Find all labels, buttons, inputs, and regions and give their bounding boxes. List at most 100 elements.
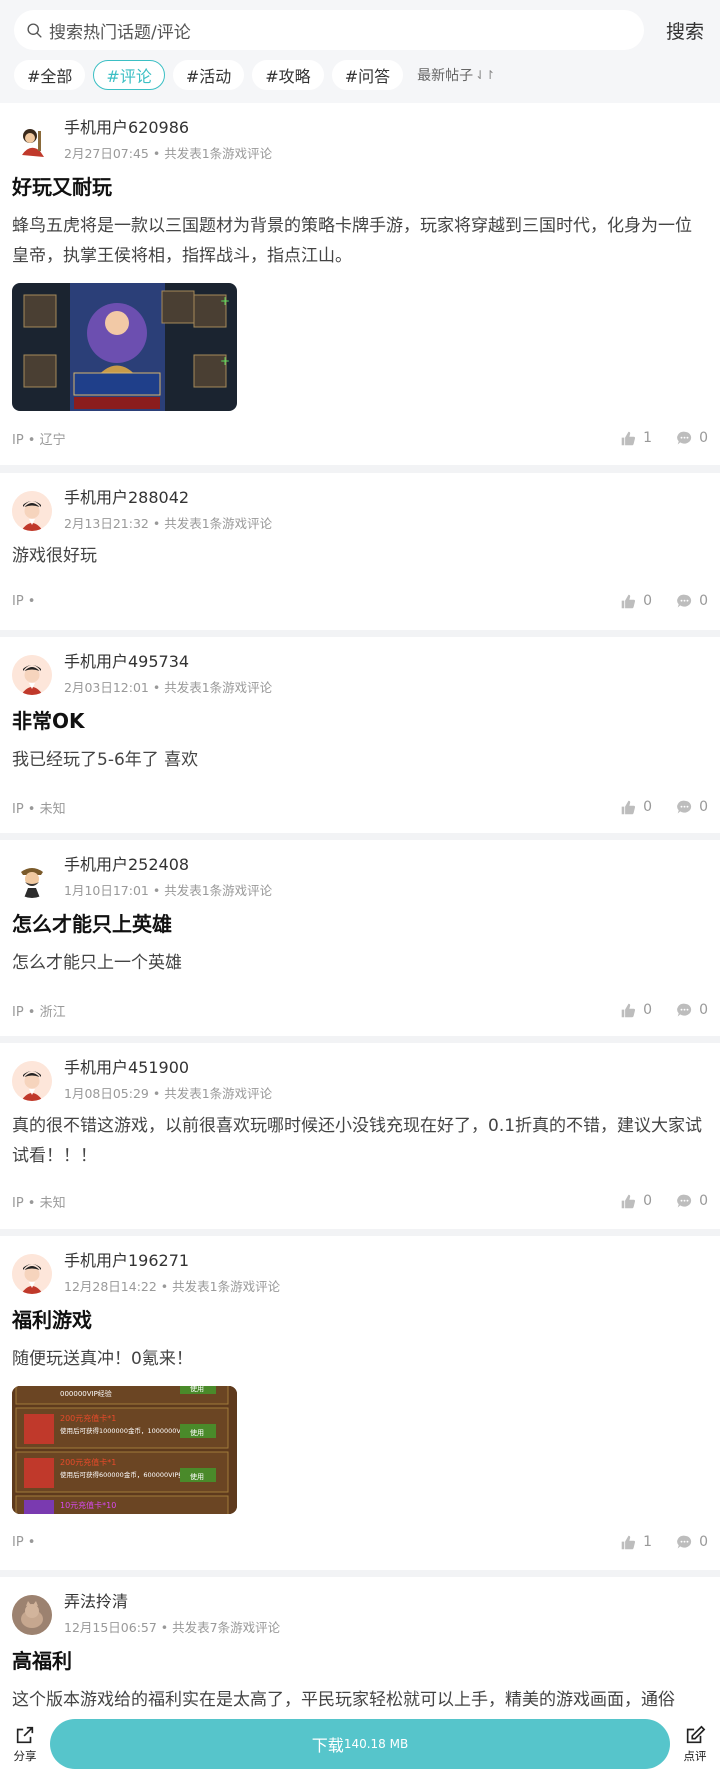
like-button[interactable]: 0 — [620, 593, 652, 610]
like-button[interactable]: 0 — [620, 799, 652, 816]
avatar[interactable] — [12, 491, 52, 531]
sort-label: 最新帖子 — [417, 68, 474, 84]
image-reward-row: 10元充值卡*10 — [15, 1495, 229, 1514]
like-button[interactable]: 1 — [620, 1534, 652, 1551]
username[interactable]: 手机用户196271 — [64, 1250, 280, 1272]
image-row-desc: 使用后可获得1000000金币，1000000VIP经验 — [60, 1426, 200, 1435]
username[interactable]: 弄法拎清 — [64, 1591, 280, 1613]
image-reward-row: 200元充值卡*1 使用后可获得600000金币，600000VIP经验 使用 — [15, 1451, 229, 1493]
header: 搜索热门话题/评论 搜索 #全部 #评论 #活动 #攻略 #问答 最新帖子 ⇃↾ — [0, 0, 720, 103]
post-card[interactable]: 手机用户252408 1月10日17:01 • 共发表1条游戏评论 怎么才能只上… — [0, 840, 720, 1036]
avatar[interactable] — [12, 655, 52, 695]
username[interactable]: 手机用户252408 — [64, 854, 272, 876]
post-card[interactable]: 手机用户451900 1月08日05:29 • 共发表1条游戏评论 真的很不错这… — [0, 1043, 720, 1229]
thumbs-up-icon — [621, 1003, 636, 1017]
like-count: 1 — [643, 1534, 653, 1550]
post-meta: 1月08日05:29 • 共发表1条游戏评论 — [64, 1086, 273, 1101]
username[interactable]: 手机用户495734 — [64, 651, 272, 673]
image-row-title: 200元充值卡*1 — [60, 1413, 116, 1423]
post-title: 好玩又耐玩 — [12, 175, 112, 199]
like-button[interactable]: 0 — [620, 1002, 652, 1019]
image-reward-row: 000000VIP经验 使用 — [15, 1386, 229, 1405]
thumbs-up-icon — [621, 800, 636, 814]
like-count: 0 — [643, 1193, 653, 1209]
search-icon — [27, 22, 42, 38]
comment-count: 0 — [699, 799, 708, 815]
comment-bubble-icon — [677, 1003, 692, 1016]
post-body: 真的很不错这游戏，以前很喜欢玩哪时候还小没钱充现在好了，0.1折真的不错，建议大… — [12, 1116, 703, 1166]
comment-button[interactable]: 0 — [676, 430, 708, 447]
post-image[interactable]: + + — [12, 283, 237, 411]
post-card[interactable]: 手机用户288042 2月13日21:32 • 共发表1条游戏评论 游戏很好玩 … — [0, 473, 720, 630]
comment-bubble-icon — [677, 594, 692, 607]
share-label: 分享 — [13, 1748, 37, 1763]
image-reward-row: 200元充值卡*1 使用后可获得1000000金币，1000000VIP经验 使… — [15, 1407, 229, 1449]
like-count: 0 — [643, 1002, 653, 1018]
avatar-default-icon — [12, 655, 52, 695]
avatar[interactable] — [12, 121, 52, 161]
tab-qa[interactable]: #问答 — [331, 60, 404, 90]
tab-all[interactable]: #全部 — [14, 60, 86, 90]
post-body: 蜂鸟五虎将是一款以三国题材为背景的策略卡牌手游，玩家将穿越到三国时代，化身为一位… — [12, 216, 692, 266]
comment-bubble-icon — [677, 431, 692, 444]
tab-comments[interactable]: #评论 — [93, 60, 165, 90]
post-meta: 2月03日12:01 • 共发表1条游戏评论 — [64, 680, 273, 695]
like-count: 0 — [643, 593, 653, 609]
image-row-button: 使用 — [190, 1428, 204, 1437]
avatar-cat-photo-icon — [12, 1595, 52, 1635]
search-input[interactable]: 搜索热门话题/评论 — [14, 10, 644, 50]
post-title: 高福利 — [12, 1649, 72, 1673]
avatar-warrior-icon — [12, 121, 52, 161]
comment-button[interactable]: 0 — [676, 1002, 708, 1019]
username[interactable]: 手机用户451900 — [64, 1057, 272, 1079]
download-button[interactable]: 下载 140.18 MB — [50, 1718, 670, 1769]
like-count: 0 — [643, 799, 653, 815]
post-ip: IP • — [12, 593, 36, 609]
tab-guides[interactable]: #攻略 — [252, 60, 324, 90]
download-label: 下载 — [311, 1735, 344, 1755]
comment-button[interactable]: 0 — [676, 1193, 708, 1210]
thumbs-up-icon — [621, 594, 636, 608]
share-button[interactable]: 分享 — [0, 1724, 50, 1764]
comment-bubble-icon — [677, 1194, 692, 1207]
sort-dropdown[interactable]: 最新帖子 ⇃↾ — [417, 65, 495, 85]
comment-button[interactable]: 0 — [676, 1534, 708, 1551]
thumbs-up-icon — [621, 1194, 636, 1208]
avatar-default-icon — [12, 491, 52, 531]
edit-review-icon — [686, 1725, 706, 1743]
avatar[interactable] — [12, 1254, 52, 1294]
post-meta: 1月10日17:01 • 共发表1条游戏评论 — [64, 883, 273, 898]
comment-button[interactable]: 0 — [676, 593, 708, 610]
post-body: 怎么才能只上一个英雄 — [12, 953, 182, 973]
image-row-title: 10元充值卡*10 — [60, 1500, 116, 1510]
search-button[interactable]: 搜索 — [644, 17, 706, 44]
post-card[interactable]: 手机用户495734 2月03日12:01 • 共发表1条游戏评论 非常OK 我… — [0, 637, 720, 833]
post-card[interactable]: 手机用户196271 12月28日14:22 • 共发表1条游戏评论 福利游戏 … — [0, 1236, 720, 1570]
avatar[interactable] — [12, 1595, 52, 1635]
post-image[interactable]: 000000VIP经验 使用 200元充值卡*1 使用后可获得1000000金币… — [12, 1386, 237, 1514]
username[interactable]: 手机用户620986 — [64, 117, 272, 139]
avatar[interactable] — [12, 858, 52, 898]
post-title: 福利游戏 — [12, 1308, 92, 1332]
review-button[interactable]: 点评 — [670, 1724, 720, 1764]
post-ip: IP • 未知 — [12, 801, 66, 817]
svg-text:+: + — [220, 354, 230, 368]
comment-count: 0 — [699, 593, 708, 609]
image-row-button: 使用 — [190, 1472, 204, 1481]
post-ip: IP • — [12, 1534, 36, 1550]
like-count: 1 — [643, 430, 653, 446]
comment-bubble-icon — [677, 800, 692, 813]
thumbs-up-icon — [621, 1535, 636, 1549]
username[interactable]: 手机用户288042 — [64, 487, 272, 509]
share-icon — [16, 1726, 34, 1743]
post-meta: 12月15日06:57 • 共发表7条游戏评论 — [64, 1620, 281, 1635]
sort-icon: ⇃↾ — [475, 68, 496, 82]
post-card[interactable]: 手机用户620986 2月27日07:45 • 共发表1条游戏评论 好玩又耐玩 … — [0, 103, 720, 465]
like-button[interactable]: 0 — [620, 1193, 652, 1210]
comment-button[interactable]: 0 — [676, 799, 708, 816]
tab-events[interactable]: #活动 — [172, 60, 245, 90]
avatar[interactable] — [12, 1061, 52, 1101]
like-button[interactable]: 1 — [620, 430, 652, 447]
post-body: 我已经玩了5-6年了 喜欢 — [12, 750, 199, 770]
image-row-title: 000000VIP经验 — [60, 1389, 112, 1398]
